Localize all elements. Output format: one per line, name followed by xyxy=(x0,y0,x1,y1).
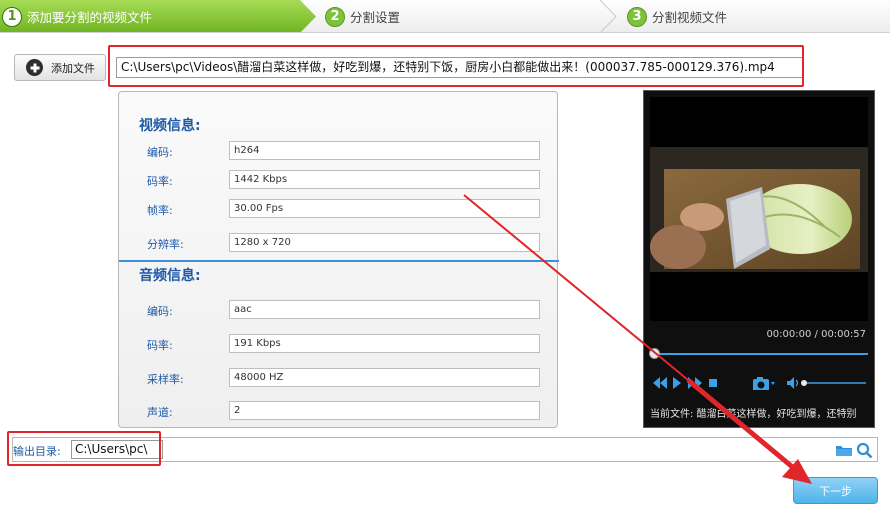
audio-codec-field[interactable]: aac xyxy=(229,300,540,319)
audio-info-title: 音频信息: xyxy=(139,268,201,284)
plus-icon xyxy=(26,59,43,76)
audio-channels-field[interactable]: 2 xyxy=(229,401,540,420)
video-bitrate-label: 码率: xyxy=(147,175,173,188)
search-icon[interactable] xyxy=(856,442,873,459)
video-resolution-field[interactable]: 1280 x 720 xyxy=(229,233,540,252)
video-bitrate-row: 码率: 1442 Kbps xyxy=(119,170,559,190)
video-info-title: 视频信息: xyxy=(139,118,201,134)
video-codec-label: 编码: xyxy=(147,146,173,159)
video-framerate-label: 帧率: xyxy=(147,204,173,217)
seek-bar[interactable] xyxy=(650,353,868,355)
step-1-number: 1 xyxy=(2,6,22,27)
audio-channels-row: 声道: 2 xyxy=(119,401,559,421)
step-3-number: 3 xyxy=(627,6,647,27)
video-codec-field[interactable]: h264 xyxy=(229,141,540,160)
video-framerate-field[interactable]: 30.00 Fps xyxy=(229,199,540,218)
step-bar: 1 添加要分割的视频文件 2 分割设置 3 分割视频文件 xyxy=(0,0,890,33)
play-icon[interactable] xyxy=(672,376,682,390)
step-1[interactable]: 1 添加要分割的视频文件 xyxy=(2,0,152,33)
audio-channels-label: 声道: xyxy=(147,406,173,419)
file-path-highlight xyxy=(108,45,804,87)
current-file-label: 当前文件: 醋溜白菜这样做，好吃到爆，还特别 xyxy=(650,409,857,420)
stop-icon[interactable] xyxy=(708,376,718,390)
audio-bitrate-field[interactable]: 191 Kbps xyxy=(229,334,540,353)
audio-bitrate-row: 码率: 191 Kbps xyxy=(119,334,559,354)
volume-icon[interactable] xyxy=(786,376,868,390)
add-file-label: 添加文件 xyxy=(51,61,95,75)
step-2-label: 分割设置 xyxy=(350,10,401,25)
audio-codec-label: 编码: xyxy=(147,305,173,318)
camera-icon[interactable] xyxy=(752,376,776,390)
step-3-label: 分割视频文件 xyxy=(652,10,728,25)
output-directory-highlight xyxy=(7,431,161,466)
add-file-button[interactable]: 添加文件 xyxy=(14,54,106,81)
video-resolution-label: 分辨率: xyxy=(147,238,184,251)
seek-handle[interactable] xyxy=(649,348,660,359)
video-framerate-row: 帧率: 30.00 Fps xyxy=(119,199,559,219)
playback-time: 00:00:00 / 00:00:57 xyxy=(766,329,866,340)
step-1-label: 添加要分割的视频文件 xyxy=(27,10,153,25)
audio-bitrate-label: 码率: xyxy=(147,339,173,352)
fast-forward-icon[interactable] xyxy=(687,376,703,390)
video-preview[interactable] xyxy=(650,97,868,321)
media-info-panel: 视频信息: 编码: h264 码率: 1442 Kbps 帧率: 30.00 F… xyxy=(118,91,559,428)
section-divider xyxy=(119,260,559,262)
next-step-button[interactable]: 下一步 xyxy=(793,477,878,504)
step-2-number: 2 xyxy=(325,6,345,27)
audio-samplerate-field[interactable]: 48000 HZ xyxy=(229,368,540,387)
step-2[interactable]: 2 分割设置 xyxy=(325,0,400,33)
audio-samplerate-label: 采样率: xyxy=(147,373,184,386)
video-thumbnail xyxy=(650,97,868,321)
video-resolution-row: 分辨率: 1280 x 720 xyxy=(119,233,559,253)
audio-codec-row: 编码: aac xyxy=(119,300,559,320)
folder-icon[interactable] xyxy=(835,443,853,457)
video-player: 00:00:00 / 00:00:57 当前文件: 醋溜白菜这样做，好吃到爆，还… xyxy=(643,90,875,428)
rewind-icon[interactable] xyxy=(652,376,668,390)
step-3[interactable]: 3 分割视频文件 xyxy=(627,0,727,33)
video-codec-row: 编码: h264 xyxy=(119,141,559,161)
video-bitrate-field[interactable]: 1442 Kbps xyxy=(229,170,540,189)
audio-samplerate-row: 采样率: 48000 HZ xyxy=(119,368,559,388)
